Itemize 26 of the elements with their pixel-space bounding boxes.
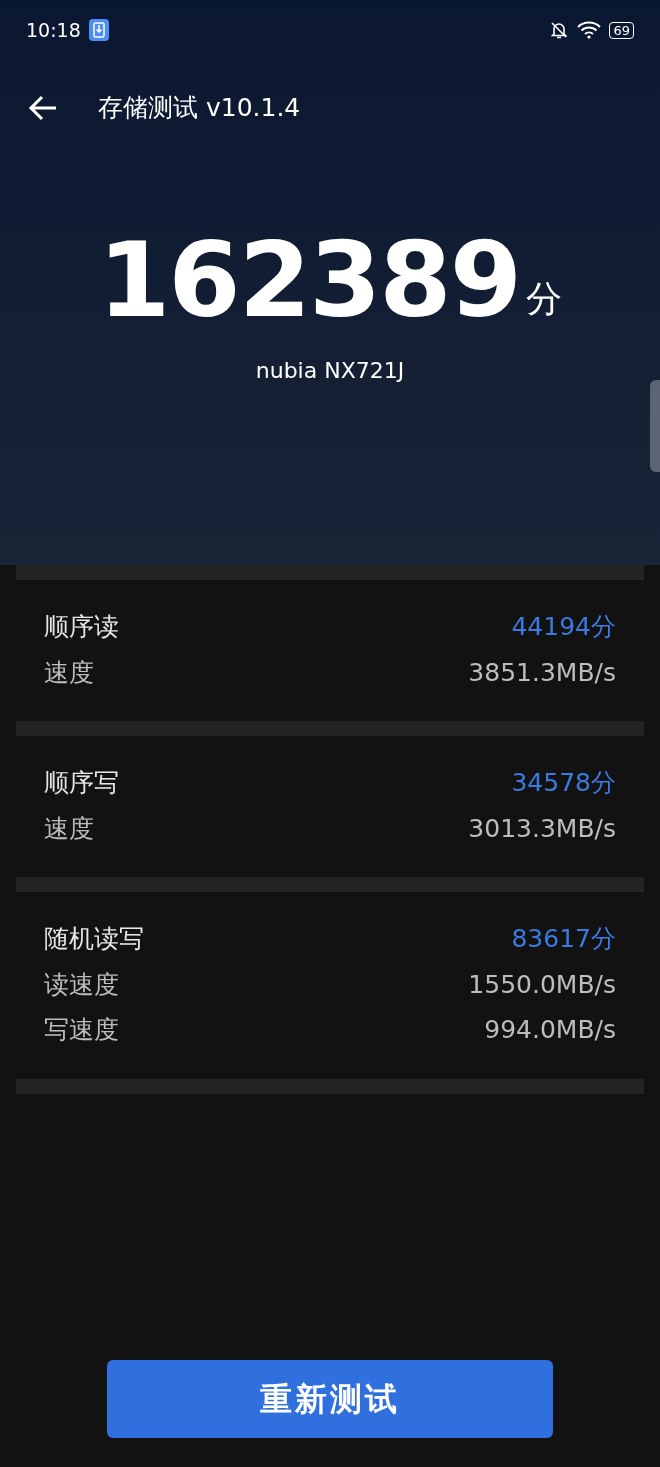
metric-value: 3851.3MB/s xyxy=(468,656,616,689)
battery-indicator: 69 xyxy=(609,21,634,39)
edge-handle[interactable] xyxy=(650,380,660,472)
result-score: 83617分 xyxy=(511,923,616,955)
result-title: 顺序写 xyxy=(44,767,119,799)
page-title: 存储测试 v10.1.4 xyxy=(98,92,301,125)
download-notification-icon xyxy=(88,19,109,41)
metric-label: 速度 xyxy=(44,812,94,845)
result-title: 顺序读 xyxy=(44,611,119,643)
result-score: 34578分 xyxy=(511,767,616,799)
bell-off-icon xyxy=(549,20,570,40)
metric-value: 994.0MB/s xyxy=(484,1014,616,1046)
total-score: 162389 xyxy=(97,228,521,332)
metric-label: 速度 xyxy=(44,656,94,689)
device-name: nubia NX721J xyxy=(255,357,405,385)
result-score: 44194分 xyxy=(511,611,616,643)
metric-value: 1550.0MB/s xyxy=(468,968,616,1001)
retest-button[interactable]: 重新测试 xyxy=(107,1360,553,1438)
back-arrow-icon[interactable] xyxy=(28,95,58,121)
wifi-icon xyxy=(577,21,602,39)
metric-label: 读速度 xyxy=(44,968,119,1001)
result-title: 随机读写 xyxy=(44,923,144,955)
metric-label: 写速度 xyxy=(44,1014,119,1046)
score-unit: 分 xyxy=(526,277,563,321)
status-time: 10:18 xyxy=(26,17,81,43)
metric-value: 3013.3MB/s xyxy=(468,812,616,845)
